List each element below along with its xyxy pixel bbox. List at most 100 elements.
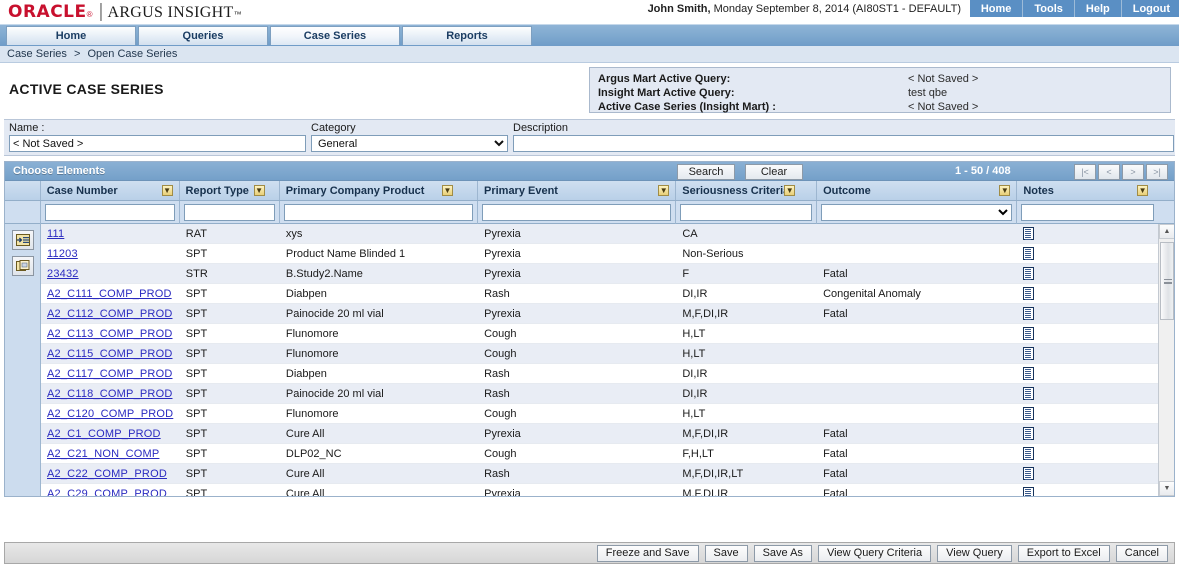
note-document-icon[interactable]: [1023, 487, 1035, 496]
note-document-icon[interactable]: [1023, 307, 1035, 321]
note-document-icon[interactable]: [1023, 327, 1035, 341]
cell-product: Diabpen: [285, 367, 327, 380]
case-number-link[interactable]: A2_C22_COMP_PROD: [47, 468, 167, 480]
column-header-case-number[interactable]: Case Number ▼: [41, 181, 180, 200]
case-number-link[interactable]: 111: [47, 228, 64, 240]
clear-button[interactable]: Clear: [745, 164, 803, 180]
table-row[interactable]: A2_C113_COMP_PROD SPT Flunomore Cough H,LT: [41, 324, 1158, 344]
table-row[interactable]: 11203 SPT Product Name Blinded 1 Pyrexia Non…: [41, 244, 1158, 264]
nav-tools[interactable]: Tools: [1023, 0, 1075, 17]
column-header-seriousness-criteria[interactable]: Seriousness Criteria ▼: [676, 181, 818, 200]
freeze-and-save-button[interactable]: Freeze and Save: [596, 544, 699, 562]
case-number-link[interactable]: A2_C117_COMP_PROD: [47, 368, 172, 380]
table-row[interactable]: 23432 STR B.Study2.Name Pyrexia F Fatal: [41, 264, 1158, 284]
cell-product: DLP02_NC: [285, 447, 342, 460]
note-document-icon[interactable]: [1023, 447, 1035, 461]
nav-logout[interactable]: Logout: [1122, 0, 1179, 17]
case-number-link[interactable]: A2_C120_COMP_PROD: [47, 408, 173, 420]
last-page-button[interactable]: >|: [1146, 164, 1168, 180]
search-button[interactable]: Search: [677, 164, 735, 180]
case-number-link[interactable]: 11203: [47, 248, 78, 260]
table-row[interactable]: A2_C29_COMP_PROD SPT Cure All Pyrexia M,F,DI…: [41, 484, 1158, 496]
column-header-notes[interactable]: Notes ▼: [1017, 181, 1158, 200]
description-input[interactable]: [513, 135, 1174, 152]
column-header-primary-event[interactable]: Primary Event ▼: [478, 181, 677, 200]
export-to-excel-button[interactable]: Export to Excel: [1017, 544, 1110, 562]
sort-down-icon[interactable]: ▼: [658, 185, 670, 196]
add-to-case-series-icon[interactable]: [11, 230, 34, 250]
note-document-icon[interactable]: [1023, 427, 1035, 441]
case-number-link[interactable]: A2_C1_COMP_PROD: [47, 428, 161, 440]
case-number-link[interactable]: A2_C113_COMP_PROD: [47, 328, 172, 340]
filter-input-primary-event[interactable]: [481, 203, 672, 221]
cell-seriousness: DI,IR: [682, 287, 708, 300]
scrollbar-thumb[interactable]: [1160, 242, 1174, 320]
cancel-button[interactable]: Cancel: [1115, 544, 1168, 562]
cell-notes: [1017, 224, 1158, 244]
category-select[interactable]: General: [311, 135, 508, 152]
tab-queries[interactable]: Queries: [138, 26, 268, 45]
filter-select-outcome[interactable]: [821, 203, 1013, 221]
case-number-link[interactable]: A2_C21_NON_COMP: [47, 448, 159, 460]
sort-down-icon[interactable]: ▼: [784, 185, 796, 196]
note-document-icon[interactable]: [1023, 247, 1035, 261]
table-row[interactable]: A2_C112_COMP_PROD SPT Painocide 20 ml vial…: [41, 304, 1158, 324]
first-page-button[interactable]: |<: [1074, 164, 1096, 180]
note-document-icon[interactable]: [1023, 467, 1035, 481]
filter-input-notes[interactable]: [1021, 203, 1155, 221]
breadcrumb-open-case-series[interactable]: Open Case Series: [87, 48, 177, 60]
note-document-icon[interactable]: [1023, 287, 1035, 301]
note-document-icon[interactable]: [1023, 227, 1035, 241]
grid-vertical-scrollbar[interactable]: ▲ ▼: [1158, 224, 1174, 496]
sort-down-icon[interactable]: ▼: [999, 185, 1011, 196]
filter-input-primary-company-product[interactable]: [283, 203, 473, 221]
save-as-button[interactable]: Save As: [753, 544, 812, 562]
sort-down-icon[interactable]: ▼: [253, 185, 265, 196]
tab-case-series[interactable]: Case Series: [270, 26, 400, 45]
table-row[interactable]: 111 RAT xys Pyrexia CA: [41, 224, 1158, 244]
tab-home[interactable]: Home: [6, 26, 136, 45]
case-number-link[interactable]: A2_C111_COMP_PROD: [47, 288, 172, 300]
filter-input-report-type[interactable]: [183, 203, 275, 221]
save-button[interactable]: Save: [704, 544, 748, 562]
column-header-report-type[interactable]: Report Type ▼: [180, 181, 280, 200]
case-number-link[interactable]: A2_C112_COMP_PROD: [47, 308, 172, 320]
column-header-primary-company-product[interactable]: Primary Company Product ▼: [280, 181, 478, 200]
table-row[interactable]: A2_C118_COMP_PROD SPT Painocide 20 ml vial…: [41, 384, 1158, 404]
scroll-up-arrow-icon[interactable]: ▲: [1159, 224, 1174, 239]
case-number-link[interactable]: A2_C118_COMP_PROD: [47, 388, 172, 400]
column-header-outcome[interactable]: Outcome ▼: [817, 181, 1018, 200]
note-document-icon[interactable]: [1023, 367, 1035, 381]
next-page-button[interactable]: >: [1122, 164, 1144, 180]
case-number-link[interactable]: A2_C29_COMP_PROD: [47, 488, 167, 497]
table-row[interactable]: A2_C117_COMP_PROD SPT Diabpen Rash DI,IR: [41, 364, 1158, 384]
sort-down-icon[interactable]: ▼: [1137, 185, 1149, 196]
table-row[interactable]: A2_C111_COMP_PROD SPT Diabpen Rash DI,IR Cong…: [41, 284, 1158, 304]
view-query-button[interactable]: View Query: [937, 544, 1012, 562]
prev-page-button[interactable]: <: [1098, 164, 1120, 180]
table-row[interactable]: A2_C21_NON_COMP SPT DLP02_NC Cough F,H,LT Fat…: [41, 444, 1158, 464]
filter-input-case-number[interactable]: [44, 203, 175, 221]
breadcrumb-case-series[interactable]: Case Series: [7, 48, 67, 60]
table-row[interactable]: A2_C22_COMP_PROD SPT Cure All Rash M,F,DI,IR…: [41, 464, 1158, 484]
table-row[interactable]: A2_C1_COMP_PROD SPT Cure All Pyrexia M,F,DI,…: [41, 424, 1158, 444]
nav-help[interactable]: Help: [1075, 0, 1122, 17]
table-row[interactable]: A2_C120_COMP_PROD SPT Flunomore Cough H,LT: [41, 404, 1158, 424]
case-number-link[interactable]: A2_C115_COMP_PROD: [47, 348, 172, 360]
tab-reports[interactable]: Reports: [402, 26, 532, 45]
note-document-icon[interactable]: [1023, 347, 1035, 361]
scroll-down-arrow-icon[interactable]: ▼: [1159, 481, 1174, 496]
note-document-icon[interactable]: [1023, 267, 1035, 281]
filter-input-seriousness-criteria[interactable]: [680, 203, 813, 221]
case-number-link[interactable]: 23432: [47, 268, 79, 280]
nav-home[interactable]: Home: [970, 0, 1024, 17]
sort-down-icon[interactable]: ▼: [441, 185, 453, 196]
name-input[interactable]: [9, 135, 306, 152]
sort-down-icon[interactable]: ▼: [161, 185, 173, 196]
note-document-icon[interactable]: [1023, 407, 1035, 421]
cell-notes: [1017, 324, 1158, 344]
copy-case-series-icon[interactable]: [11, 256, 34, 276]
note-document-icon[interactable]: [1023, 387, 1035, 401]
view-query-criteria-button[interactable]: View Query Criteria: [817, 544, 932, 562]
table-row[interactable]: A2_C115_COMP_PROD SPT Flunomore Cough H,LT: [41, 344, 1158, 364]
